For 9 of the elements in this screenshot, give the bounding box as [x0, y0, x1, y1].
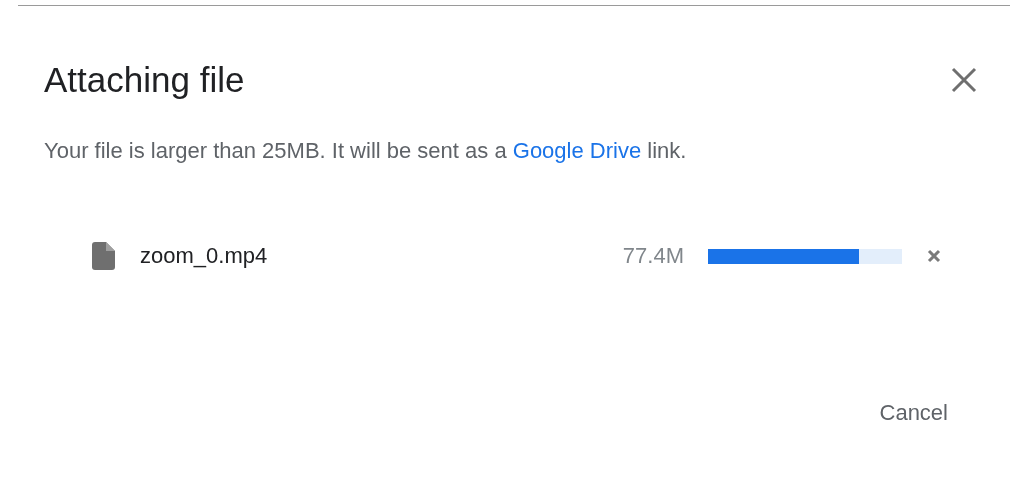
- dialog-message: Your file is larger than 25MB. It will be sent as a Google Drive link.: [44, 137, 688, 165]
- dialog-title: Attaching file: [44, 59, 245, 101]
- close-icon[interactable]: [950, 66, 978, 94]
- google-drive-link[interactable]: Google Drive: [512, 138, 642, 163]
- cancel-button[interactable]: Cancel: [867, 394, 960, 432]
- file-icon: [92, 242, 115, 270]
- file-name: zoom_0.mp4: [140, 243, 269, 269]
- file-size: 77.4M: [621, 243, 684, 269]
- remove-icon[interactable]: [926, 248, 942, 264]
